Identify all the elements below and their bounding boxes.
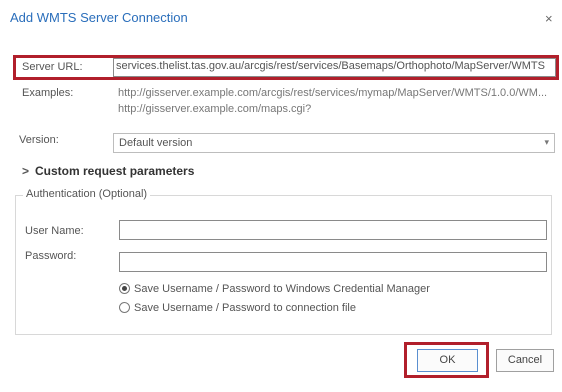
radio-selected-icon xyxy=(119,283,130,294)
version-selected-value: Default version xyxy=(119,137,193,149)
cancel-button[interactable]: Cancel xyxy=(496,349,554,372)
authentication-legend: Authentication (Optional) xyxy=(23,188,151,200)
add-wmts-dialog: Add WMTS Server Connection × Server URL:… xyxy=(0,0,562,392)
version-select[interactable]: Default version ▾ xyxy=(113,133,555,153)
radio-unselected-icon xyxy=(119,302,130,313)
example-url-2: http://gisserver.example.com/maps.cgi? xyxy=(118,103,312,115)
version-label: Version: xyxy=(19,134,59,146)
radio-label: Save Username / Password to connection f… xyxy=(134,302,356,314)
password-label: Password: xyxy=(25,250,77,262)
radio-save-credential-manager[interactable]: Save Username / Password to Windows Cred… xyxy=(119,283,430,295)
password-input[interactable] xyxy=(119,252,547,272)
server-url-label: Server URL: xyxy=(22,61,83,73)
examples-label: Examples: xyxy=(22,87,74,99)
custom-request-label: Custom request parameters xyxy=(35,164,195,178)
chevron-right-icon: > xyxy=(22,164,30,178)
chevron-down-icon: ▾ xyxy=(544,137,549,147)
user-name-label: User Name: xyxy=(25,225,84,237)
radio-label: Save Username / Password to Windows Cred… xyxy=(134,283,430,295)
user-name-input[interactable] xyxy=(119,220,547,240)
custom-request-toggle[interactable]: > Custom request parameters xyxy=(22,164,194,178)
title-bar: Add WMTS Server Connection × xyxy=(0,0,562,38)
dialog-title: Add WMTS Server Connection xyxy=(10,10,188,25)
close-icon[interactable]: × xyxy=(545,11,553,26)
server-url-input[interactable]: services.thelist.tas.gov.au/arcgis/rest/… xyxy=(113,58,556,77)
example-url-1: http://gisserver.example.com/arcgis/rest… xyxy=(118,87,548,99)
ok-button[interactable]: OK xyxy=(417,349,478,372)
radio-save-connection-file[interactable]: Save Username / Password to connection f… xyxy=(119,302,356,314)
